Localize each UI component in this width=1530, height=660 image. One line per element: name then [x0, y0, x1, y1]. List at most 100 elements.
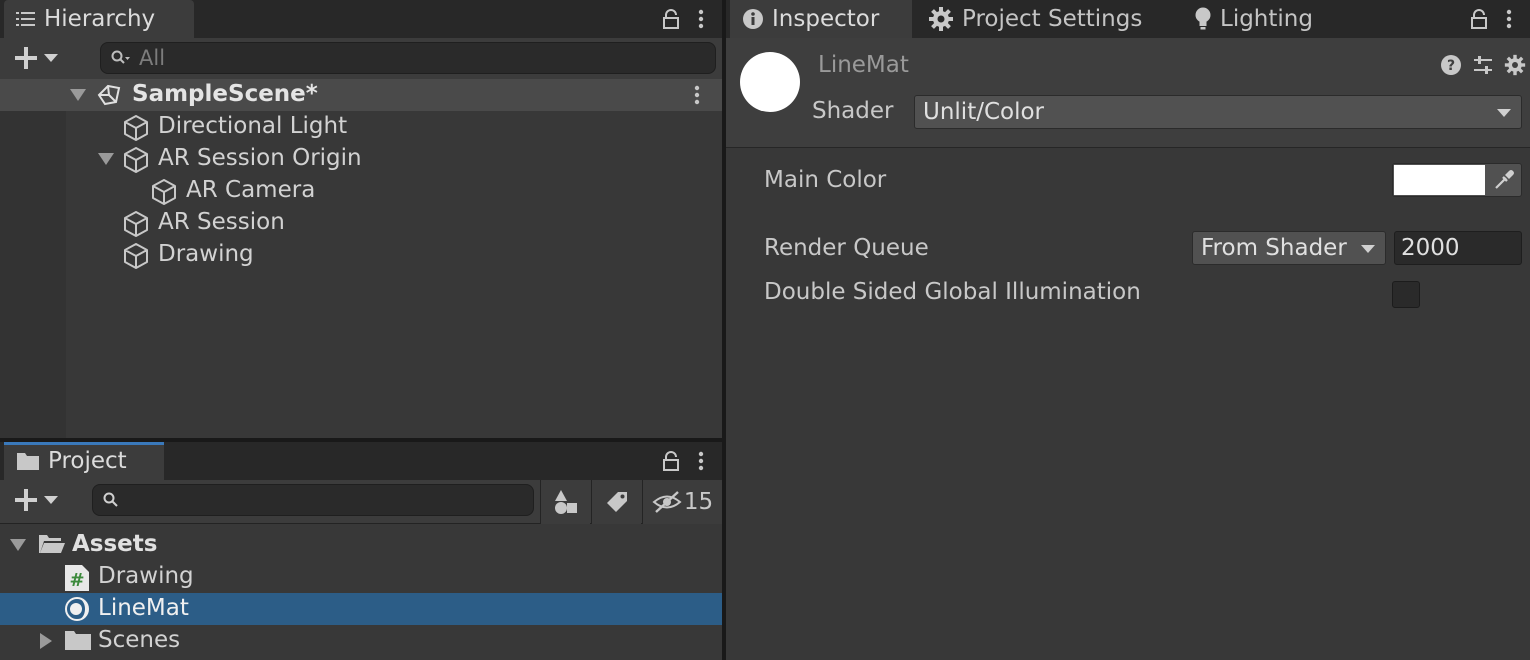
scene-menu-icon[interactable]	[694, 85, 700, 105]
assets-folder-row[interactable]: Assets	[0, 529, 722, 561]
chevron-down-icon	[1497, 109, 1511, 117]
tab-active-indicator	[4, 442, 164, 445]
eyedropper-icon[interactable]	[1493, 169, 1515, 191]
gameobject-cube-icon	[150, 178, 178, 206]
project-item-label: Drawing	[98, 563, 194, 589]
hierarchy-item-ar-camera[interactable]: AR Camera	[0, 175, 722, 207]
csharp-script-icon: #	[64, 564, 90, 592]
hierarchy-toolbar: All	[0, 38, 722, 82]
tab-lighting[interactable]: Lighting	[1182, 0, 1332, 38]
hierarchy-item-ar-session[interactable]: AR Session	[0, 207, 722, 239]
tab-hierarchy[interactable]: Hierarchy	[4, 0, 194, 38]
svg-text:#: #	[69, 570, 84, 591]
help-icon[interactable]: ?	[1440, 54, 1462, 76]
expand-arrow-icon[interactable]	[98, 153, 114, 165]
shader-value: Unlit/Color	[923, 99, 1045, 125]
chevron-down-icon	[1361, 245, 1375, 253]
hierarchy-item-label: Drawing	[158, 241, 254, 267]
expand-arrow-icon[interactable]	[40, 633, 52, 649]
render-queue-value: 2000	[1401, 235, 1460, 261]
project-item-label: Scenes	[98, 627, 181, 653]
render-queue-mode-dropdown[interactable]: From Shader	[1192, 231, 1386, 265]
search-icon	[103, 492, 118, 507]
presets-icon[interactable]	[1472, 54, 1494, 76]
hierarchy-search-input[interactable]: All	[100, 42, 716, 74]
hierarchy-item-ar-session-origin[interactable]: AR Session Origin	[0, 143, 722, 175]
double-sided-gi-checkbox[interactable]	[1392, 281, 1420, 308]
lock-icon[interactable]	[1470, 9, 1488, 29]
project-item-linemat[interactable]: LineMat	[0, 593, 722, 625]
gameobject-cube-icon	[122, 114, 150, 142]
tab-project-label: Project	[48, 448, 127, 474]
double-sided-gi-label: Double Sided Global Illumination	[764, 279, 1141, 305]
gameobject-cube-icon	[122, 242, 150, 270]
search-icon	[111, 50, 130, 64]
tab-project-settings-label: Project Settings	[962, 6, 1143, 32]
folder-icon	[64, 629, 92, 651]
folder-icon	[16, 451, 40, 471]
main-color-field[interactable]	[1392, 163, 1522, 197]
filter-by-type-button[interactable]	[540, 480, 590, 524]
assets-folder-label: Assets	[72, 531, 158, 557]
more-menu-icon[interactable]	[1506, 9, 1512, 29]
tab-inspector[interactable]: Inspector	[730, 0, 912, 38]
project-item-scenes[interactable]: Scenes	[0, 625, 722, 657]
create-button[interactable]	[14, 46, 58, 70]
material-icon	[64, 596, 90, 622]
plus-icon	[15, 489, 37, 511]
project-tabbar: Project	[0, 442, 722, 480]
list-icon	[16, 10, 36, 28]
hierarchy-item-drawing[interactable]: Drawing	[0, 239, 722, 271]
main-color-label: Main Color	[764, 167, 887, 193]
hidden-count: 15	[683, 489, 714, 515]
render-queue-mode-value: From Shader	[1201, 235, 1347, 261]
hierarchy-search-placeholder: All	[139, 46, 166, 70]
lock-icon[interactable]	[662, 9, 680, 29]
svg-text:?: ?	[1447, 58, 1455, 74]
more-menu-icon[interactable]	[698, 451, 704, 471]
project-search-input[interactable]	[92, 484, 534, 516]
hierarchy-item-directional-light[interactable]: Directional Light	[0, 111, 722, 143]
project-panel: Project 15 Assets # Drawing LineMat Scen…	[0, 442, 722, 660]
project-item-label: LineMat	[98, 595, 189, 621]
expand-arrow-icon[interactable]	[70, 89, 86, 101]
create-button[interactable]	[14, 488, 58, 512]
filter-by-label-button[interactable]	[591, 480, 641, 524]
info-icon	[742, 8, 764, 30]
render-queue-input[interactable]: 2000	[1394, 231, 1522, 265]
project-toolbar: 15	[0, 480, 722, 524]
folder-open-icon	[38, 533, 66, 555]
tag-icon	[606, 492, 627, 512]
gameobject-cube-icon	[122, 210, 150, 238]
hierarchy-item-label: AR Session	[158, 209, 285, 235]
shapes-icon	[554, 490, 577, 514]
expand-arrow-icon[interactable]	[10, 539, 26, 551]
inspector-tabbar: Inspector Project Settings Lighting	[726, 0, 1530, 38]
tab-project-settings[interactable]: Project Settings	[916, 0, 1152, 38]
settings-gear-icon[interactable]	[1504, 54, 1526, 76]
color-swatch[interactable]	[1394, 165, 1485, 195]
render-queue-label: Render Queue	[764, 235, 929, 261]
chevron-down-icon	[44, 54, 58, 62]
tab-project[interactable]: Project	[4, 442, 164, 480]
hierarchy-tabbar: Hierarchy	[0, 0, 722, 38]
lock-icon[interactable]	[662, 451, 680, 471]
scene-row[interactable]: SampleScene*	[0, 79, 722, 111]
hierarchy-item-label: AR Camera	[186, 177, 316, 203]
hidden-packages-button[interactable]: 15	[642, 480, 722, 524]
inspector-panel: Inspector Project Settings Lighting Line…	[726, 0, 1530, 660]
unity-scene-icon	[96, 82, 122, 108]
shader-dropdown[interactable]: Unlit/Color	[914, 95, 1522, 129]
shader-label: Shader	[812, 98, 894, 124]
tab-inspector-label: Inspector	[772, 6, 880, 32]
chevron-down-icon	[44, 496, 58, 504]
project-item-drawing[interactable]: # Drawing	[0, 561, 722, 593]
material-header: LineMat ? Shader Unlit/Color	[726, 38, 1530, 148]
tab-hierarchy-label: Hierarchy	[44, 6, 156, 32]
material-name: LineMat	[818, 52, 909, 78]
scene-name: SampleScene*	[132, 81, 318, 107]
more-menu-icon[interactable]	[698, 9, 704, 29]
hierarchy-item-label: Directional Light	[158, 113, 348, 139]
eye-hidden-icon	[652, 491, 682, 513]
gear-icon	[928, 6, 954, 32]
